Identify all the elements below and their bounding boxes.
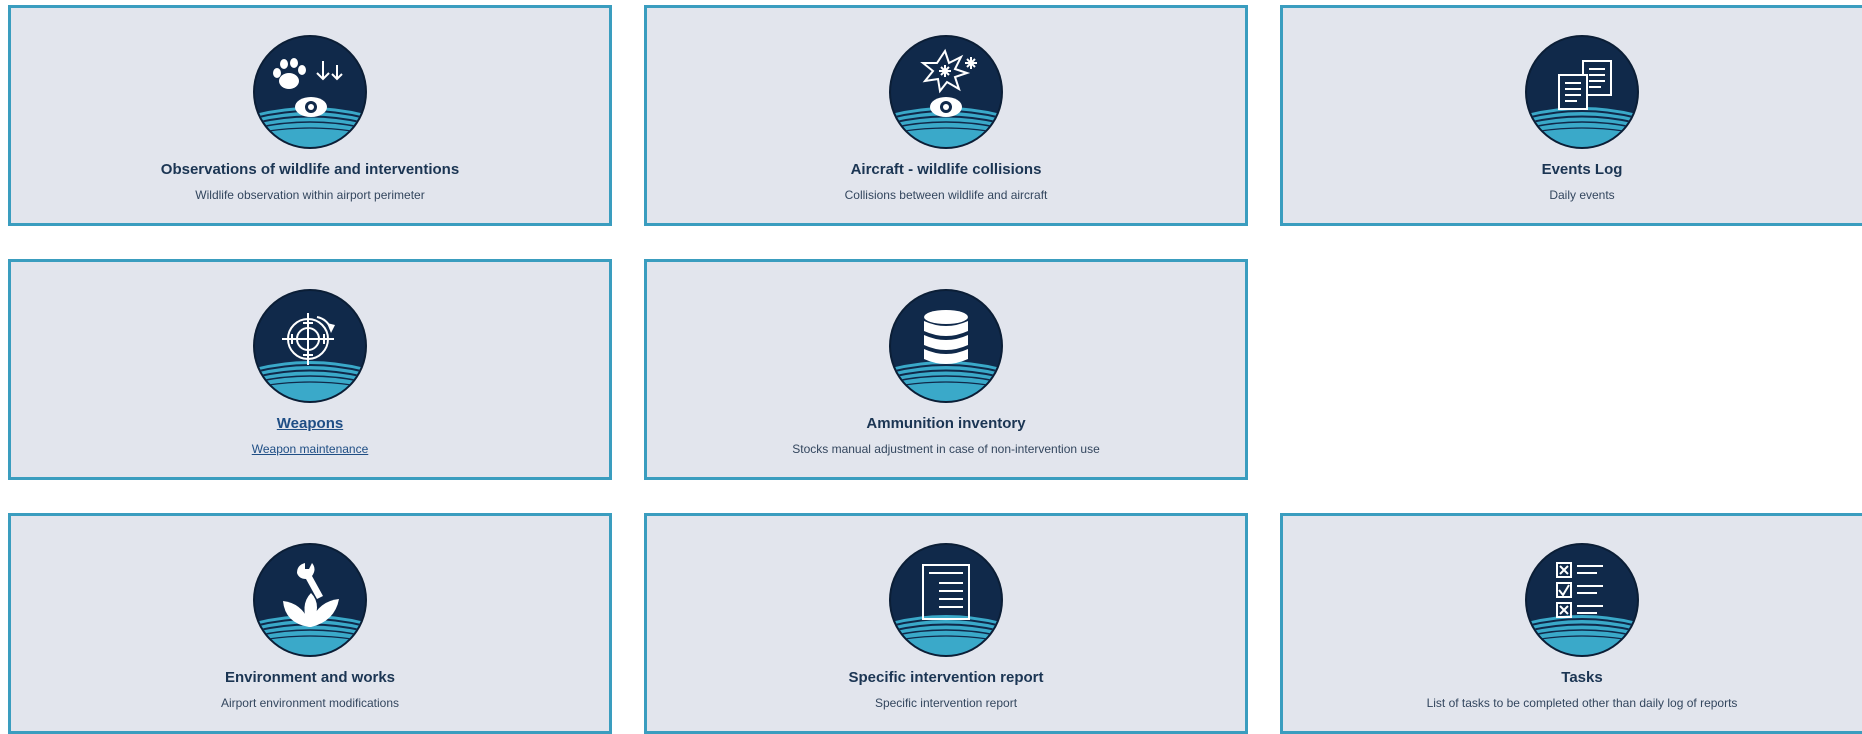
database-icon bbox=[887, 287, 1005, 405]
tile-subtitle[interactable]: Weapon maintenance bbox=[11, 442, 609, 456]
tile-aircraft-collisions[interactable]: Aircraft - wildlife collisions Collision… bbox=[644, 5, 1248, 226]
tile-specific-intervention-report[interactable]: Specific intervention report Specific in… bbox=[644, 513, 1248, 734]
tile-title: Specific intervention report bbox=[848, 669, 1044, 686]
tile-subtitle: Specific intervention report bbox=[874, 696, 1018, 710]
tile-title: Environment and works bbox=[224, 669, 396, 686]
tile-subtitle: Collisions between wildlife and aircraft bbox=[844, 188, 1048, 202]
checklist-icon bbox=[1523, 541, 1641, 659]
wrench-leaves-icon bbox=[251, 541, 369, 659]
tile-title: Events Log bbox=[1541, 161, 1623, 178]
tile-ammunition-inventory[interactable]: Ammunition inventory Stocks manual adjus… bbox=[644, 259, 1248, 480]
paw-eye-icon bbox=[251, 33, 369, 151]
tile-events-log[interactable]: Events Log Daily events bbox=[1280, 5, 1862, 226]
tile-subtitle: List of tasks to be completed other than… bbox=[1426, 696, 1738, 710]
tile-subtitle: Airport environment modifications bbox=[220, 696, 400, 710]
tile-weapons[interactable]: Weapons Weapon maintenance bbox=[8, 259, 612, 480]
crosshair-icon bbox=[251, 287, 369, 405]
tile-wildlife-observations[interactable]: Observations of wildlife and interventio… bbox=[8, 5, 612, 226]
tile-tasks[interactable]: Tasks List of tasks to be completed othe… bbox=[1280, 513, 1862, 734]
tile-title: Ammunition inventory bbox=[866, 415, 1026, 432]
tile-title[interactable]: Weapons bbox=[11, 415, 609, 432]
tile-title: Aircraft - wildlife collisions bbox=[850, 161, 1042, 178]
documents-icon bbox=[1523, 33, 1641, 151]
tile-subtitle: Wildlife observation within airport peri… bbox=[195, 188, 425, 202]
tile-subtitle: Daily events bbox=[1549, 188, 1615, 202]
collision-eye-icon bbox=[887, 33, 1005, 151]
report-icon bbox=[887, 541, 1005, 659]
tile-title: Observations of wildlife and interventio… bbox=[160, 161, 460, 178]
tile-title: Tasks bbox=[1561, 669, 1603, 686]
tile-environment-works[interactable]: Environment and works Airport environmen… bbox=[8, 513, 612, 734]
tile-subtitle: Stocks manual adjustment in case of non-… bbox=[792, 442, 1100, 456]
